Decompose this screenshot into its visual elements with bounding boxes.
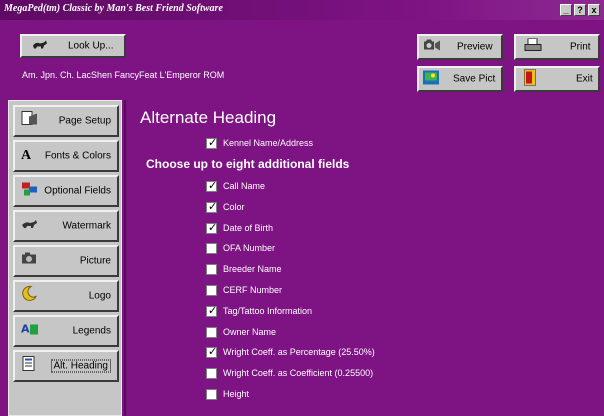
field-label: Color	[223, 201, 245, 212]
picture-icon	[21, 252, 39, 271]
sidebar-item-page-setup[interactable]: Page Setup	[13, 105, 119, 137]
field-label: OFA Number	[223, 243, 276, 254]
panel-title: Alternate Heading	[140, 108, 277, 127]
sidebar-item-picture[interactable]: Picture	[13, 245, 119, 277]
checkbox-box[interactable]	[206, 368, 217, 380]
sidebar-item-legends[interactable]: A Legends	[13, 315, 119, 347]
checkbox-box[interactable]	[206, 264, 217, 276]
field-label: CERF Number	[223, 285, 283, 295]
minimize-button[interactable]: _	[560, 4, 572, 16]
check-mark-icon: ✓	[208, 179, 218, 192]
checkbox-box[interactable]	[206, 285, 217, 296]
svg-text:A: A	[21, 323, 30, 336]
checkbox-box[interactable]: ✓	[206, 199, 218, 213]
checkbox-box[interactable]	[206, 389, 217, 400]
sidebar-item-logo[interactable]: Logo	[13, 280, 119, 312]
checkbox-box[interactable]	[206, 243, 217, 255]
check-mark-icon: ✓	[208, 345, 218, 359]
preview-icon	[423, 39, 441, 56]
lookup-button[interactable]: Look Up...	[20, 34, 126, 58]
field-label: Call Name	[223, 181, 266, 191]
field-label: Wright Coeff. as Coefficient (0.25500)	[223, 368, 374, 379]
fields-icon	[21, 181, 39, 202]
door-exit-icon	[523, 69, 537, 89]
application-window: MegaPed(tm) Classic by Man's Best Friend…	[0, 0, 604, 416]
close-button[interactable]: x	[588, 4, 600, 16]
check-mark-icon: ✓	[208, 303, 218, 317]
checkbox-box[interactable]: ✓	[206, 220, 218, 234]
alt-heading-icon	[21, 356, 37, 377]
exit-button[interactable]: Exit	[514, 66, 600, 92]
checkbox-box[interactable]: ✓	[206, 345, 218, 359]
field-label: Owner Name	[223, 326, 277, 337]
field-label: Height	[223, 389, 250, 399]
field-label: Date of Birth	[223, 222, 274, 233]
font-icon: A	[21, 148, 32, 163]
selected-dog-name: Am. Jpn. Ch. LacShen FancyFeat L'Emperor…	[22, 70, 225, 80]
page-setup-icon	[21, 111, 39, 132]
checkbox-box[interactable]: ✓	[206, 136, 218, 149]
fields-instructions: Choose up to eight additional fields	[146, 157, 350, 171]
alternate-heading-panel: Alternate Heading ✓ Kennel Name/Address …	[124, 100, 604, 416]
checkbox-box[interactable]: ✓	[206, 303, 218, 317]
legends-icon: A	[21, 321, 39, 342]
sidebar-item-optional-fields[interactable]: Optional Fields	[13, 175, 119, 207]
preview-button[interactable]: Preview	[417, 34, 503, 60]
field-label: Tag/Tattoo Information	[223, 305, 313, 316]
save-pict-button[interactable]: Save Pict	[417, 66, 503, 92]
printer-icon	[524, 38, 542, 56]
save-picture-icon	[423, 70, 439, 88]
check-mark-icon: ✓	[208, 220, 218, 234]
window-title: MegaPed(tm) Classic by Man's Best Friend…	[4, 3, 223, 14]
watermark-icon	[21, 217, 39, 235]
field-label: Breeder Name	[223, 264, 282, 275]
print-button[interactable]: Print	[514, 34, 600, 60]
check-mark-icon: ✓	[208, 199, 218, 213]
check-mark-icon: ✓	[208, 136, 218, 149]
top-toolbar: Look Up... Am. Jpn. Ch. LacShen FancyFea…	[0, 20, 604, 96]
title-bar: MegaPed(tm) Classic by Man's Best Friend…	[0, 0, 604, 20]
sidebar-item-watermark[interactable]: Watermark	[13, 210, 119, 242]
sidebar-item-alt-heading[interactable]: Alt. Heading	[13, 350, 119, 382]
field-label: Wright Coeff. as Percentage (25.50%)	[223, 347, 375, 358]
logo-icon	[21, 285, 38, 307]
checkbox-box[interactable]: ✓	[206, 179, 218, 192]
checkbox-box[interactable]	[206, 326, 217, 338]
options-sidebar: Page Setup A Fonts & Colors Optional Fie…	[8, 100, 122, 416]
dog-icon	[32, 40, 48, 53]
sidebar-item-fonts-colors[interactable]: A Fonts & Colors	[13, 140, 119, 172]
help-button[interactable]: ?	[574, 4, 586, 16]
